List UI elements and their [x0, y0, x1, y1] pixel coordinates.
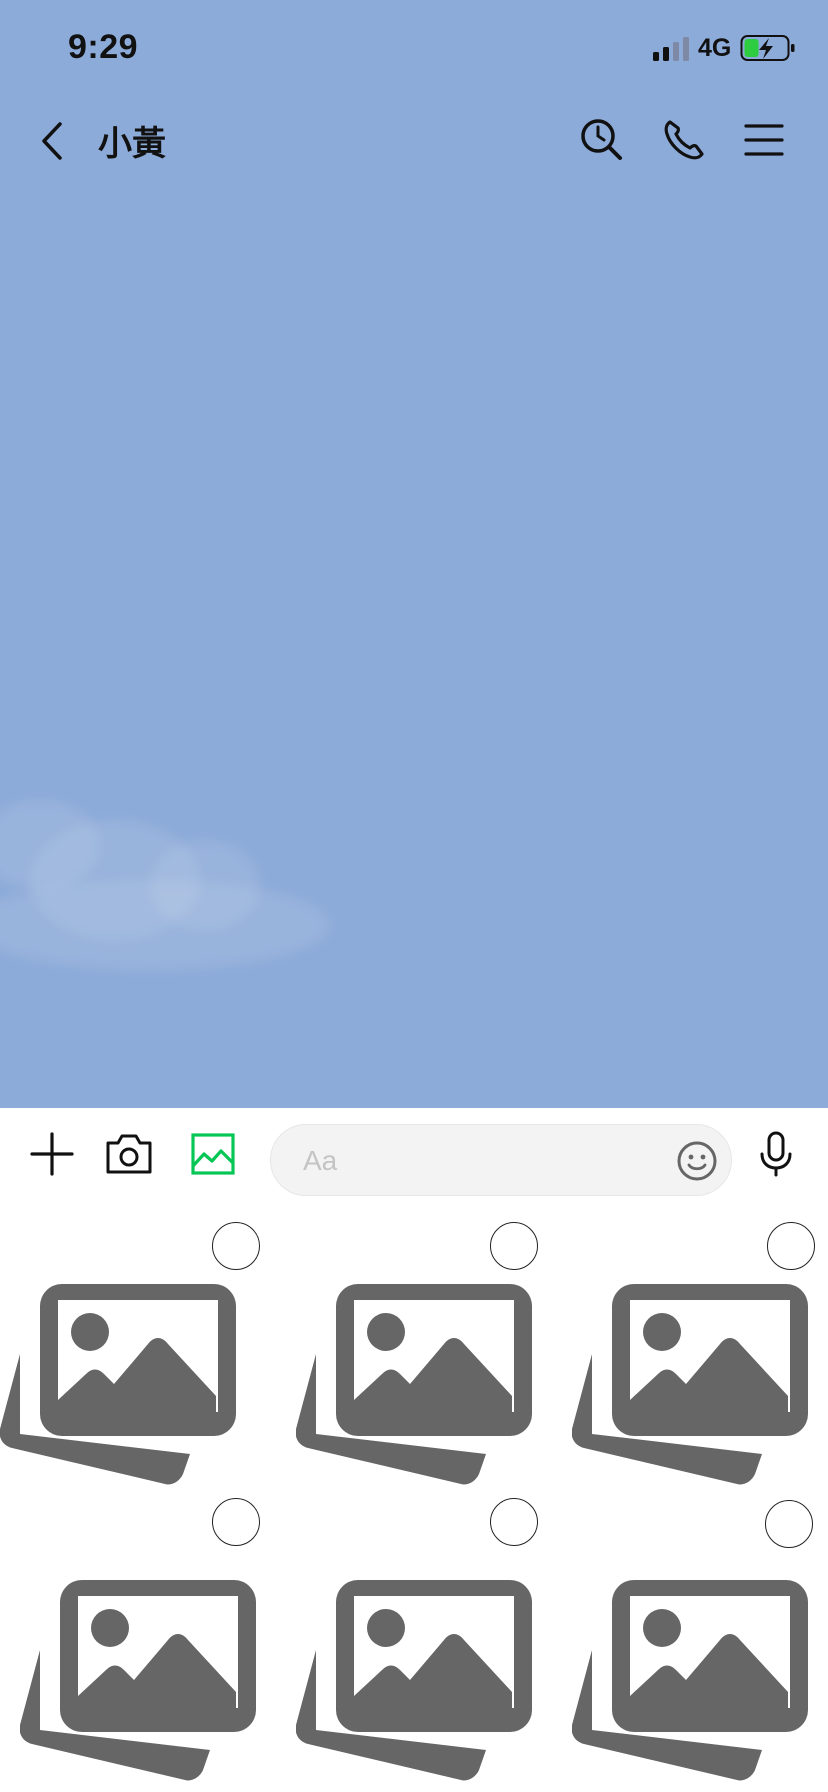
gallery-item[interactable] [0, 1480, 276, 1792]
chat-title[interactable]: 小黃 [98, 116, 166, 165]
emoji-icon[interactable] [675, 1139, 719, 1183]
network-label: 4G [698, 34, 732, 62]
select-circle[interactable] [212, 1222, 260, 1270]
gallery-item[interactable] [552, 1480, 828, 1792]
photo-placeholder-icon [572, 1284, 808, 1485]
microphone-icon[interactable] [750, 1128, 802, 1180]
signal-icon [653, 37, 689, 61]
gallery-item[interactable] [276, 1204, 552, 1485]
back-arrow-icon[interactable] [30, 116, 78, 166]
photo-gallery [0, 1204, 828, 1792]
phone-icon[interactable] [658, 114, 710, 166]
select-circle[interactable] [212, 1498, 260, 1546]
photo-placeholder-icon [572, 1580, 808, 1781]
cloud-decoration [0, 880, 330, 970]
search-history-icon[interactable] [576, 114, 628, 166]
plus-icon[interactable] [26, 1128, 78, 1180]
message-input-bar: Aa [0, 1108, 828, 1204]
photo-placeholder-icon [20, 1580, 256, 1781]
battery-charging-icon [740, 35, 795, 61]
camera-icon[interactable] [103, 1128, 155, 1180]
select-circle[interactable] [490, 1222, 538, 1270]
chat-header: 小黃 [0, 100, 828, 180]
gallery-item[interactable] [552, 1204, 828, 1485]
photo-placeholder-icon [0, 1284, 236, 1485]
status-bar: 9:29 4G [0, 0, 828, 100]
photo-icon[interactable] [187, 1128, 239, 1180]
message-placeholder: Aa [303, 1145, 338, 1176]
status-time: 9:29 [68, 28, 139, 66]
select-circle[interactable] [490, 1498, 538, 1546]
message-input[interactable]: Aa [270, 1124, 732, 1196]
gallery-item[interactable] [0, 1204, 276, 1485]
select-circle[interactable] [767, 1222, 815, 1270]
menu-icon[interactable] [738, 114, 790, 166]
photo-placeholder-icon [296, 1580, 532, 1781]
gallery-item[interactable] [276, 1480, 552, 1792]
photo-placeholder-icon [296, 1284, 532, 1485]
select-circle[interactable] [765, 1500, 813, 1548]
